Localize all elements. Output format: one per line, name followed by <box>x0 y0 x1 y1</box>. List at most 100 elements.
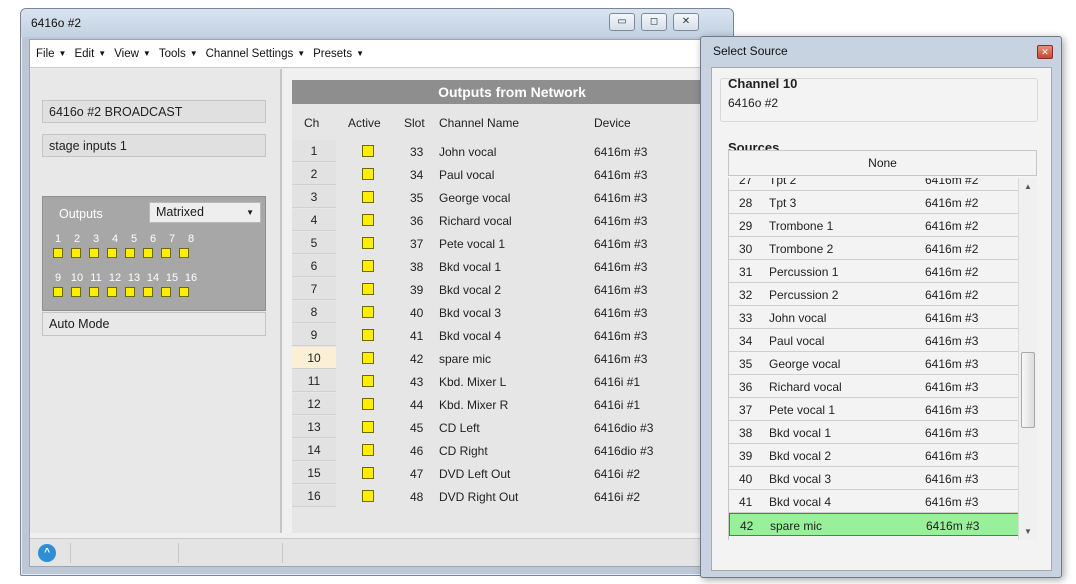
table-row[interactable]: 1143Kbd. Mixer L6416i #1▶ <box>292 370 732 393</box>
menu-channel-settings[interactable]: Channel Settings ▼ <box>206 48 306 60</box>
active-checkbox[interactable] <box>362 490 374 502</box>
output-indicator[interactable] <box>143 248 153 258</box>
source-list-item[interactable]: 39 Bkd vocal 2 6416m #3 <box>729 444 1018 467</box>
channel-name[interactable]: George vocal <box>439 191 510 205</box>
channel-number[interactable]: 10 <box>292 347 336 369</box>
channel-name[interactable]: Kbd. Mixer R <box>439 398 508 412</box>
channel-name[interactable]: Bkd vocal 4 <box>439 329 501 343</box>
channel-name[interactable]: DVD Right Out <box>439 490 518 504</box>
channel-number[interactable]: 11 <box>292 370 336 392</box>
channel-name[interactable]: CD Right <box>439 444 488 458</box>
auto-mode-field[interactable]: Auto Mode <box>42 312 266 336</box>
close-button[interactable]: ✕ <box>673 13 699 31</box>
table-row[interactable]: 537Pete vocal 16416m #3▶ <box>292 232 732 255</box>
channel-name[interactable]: CD Left <box>439 421 480 435</box>
channel-name[interactable]: John vocal <box>439 145 496 159</box>
output-indicator[interactable] <box>143 287 153 297</box>
channel-number[interactable]: 8 <box>292 301 336 323</box>
source-list-item[interactable]: 27 Tpt 2 6416m #2 <box>729 178 1018 191</box>
channel-number[interactable]: 5 <box>292 232 336 254</box>
main-titlebar[interactable]: 6416o #2 ▭ ◻ ✕ <box>21 9 733 37</box>
source-list-item[interactable]: 40 Bkd vocal 3 6416m #3 <box>729 467 1018 490</box>
channel-number[interactable]: 15 <box>292 462 336 484</box>
active-checkbox[interactable] <box>362 306 374 318</box>
menu-presets[interactable]: Presets ▼ <box>313 48 364 60</box>
table-row[interactable]: 941Bkd vocal 46416m #3▶ <box>292 324 732 347</box>
logo-icon[interactable]: ^ <box>38 544 56 562</box>
table-row[interactable]: 1446CD Right6416dio #3▶ <box>292 439 732 462</box>
table-row[interactable]: 133John vocal6416m #3▶ <box>292 140 732 163</box>
channel-name[interactable]: spare mic <box>439 352 491 366</box>
active-checkbox[interactable] <box>362 375 374 387</box>
output-indicator[interactable] <box>161 248 171 258</box>
active-checkbox[interactable] <box>362 145 374 157</box>
output-indicator[interactable] <box>179 248 189 258</box>
table-row[interactable]: 1648DVD Right Out6416i #2▶ <box>292 485 732 508</box>
source-list-item[interactable]: 41 Bkd vocal 4 6416m #3 <box>729 490 1018 513</box>
output-indicator[interactable] <box>71 248 81 258</box>
source-list-item[interactable]: 38 Bkd vocal 1 6416m #3 <box>729 421 1018 444</box>
output-indicator[interactable] <box>89 287 99 297</box>
active-checkbox[interactable] <box>362 421 374 433</box>
channel-number[interactable]: 16 <box>292 485 336 507</box>
table-row[interactable]: 1042spare mic6416m #3▶ <box>292 347 732 370</box>
active-checkbox[interactable] <box>362 467 374 479</box>
scroll-thumb[interactable] <box>1021 352 1035 428</box>
scroll-up-icon[interactable]: ▲ <box>1024 182 1032 191</box>
output-indicator[interactable] <box>107 287 117 297</box>
maximize-button[interactable]: ◻ <box>641 13 667 31</box>
table-row[interactable]: 335George vocal6416m #3▶ <box>292 186 732 209</box>
channel-number[interactable]: 7 <box>292 278 336 300</box>
table-row[interactable]: 638Bkd vocal 16416m #3▶ <box>292 255 732 278</box>
table-row[interactable]: 739Bkd vocal 26416m #3▶ <box>292 278 732 301</box>
channel-number[interactable]: 4 <box>292 209 336 231</box>
channel-number[interactable]: 12 <box>292 393 336 415</box>
broadcast-name-field[interactable]: 6416o #2 BROADCAST <box>42 100 266 123</box>
output-indicator[interactable] <box>107 248 117 258</box>
table-row[interactable]: 1547DVD Left Out6416i #2▶ <box>292 462 732 485</box>
menu-file[interactable]: File ▼ <box>36 48 66 60</box>
channel-number[interactable]: 1 <box>292 140 336 162</box>
channel-name[interactable]: Bkd vocal 2 <box>439 283 501 297</box>
output-indicator[interactable] <box>161 287 171 297</box>
minimize-button[interactable]: ▭ <box>609 13 635 31</box>
source-list-item[interactable]: 30 Trombone 2 6416m #2 <box>729 237 1018 260</box>
channel-number[interactable]: 9 <box>292 324 336 346</box>
active-checkbox[interactable] <box>362 444 374 456</box>
channel-number[interactable]: 3 <box>292 186 336 208</box>
output-indicator[interactable] <box>125 248 135 258</box>
channel-number[interactable]: 6 <box>292 255 336 277</box>
source-list-item[interactable]: 36 Richard vocal 6416m #3 <box>729 375 1018 398</box>
close-icon[interactable]: ✕ <box>1037 45 1053 59</box>
output-indicator[interactable] <box>179 287 189 297</box>
source-none-option[interactable]: None <box>728 150 1037 176</box>
table-row[interactable]: 1345CD Left6416dio #3▶ <box>292 416 732 439</box>
table-row[interactable]: 840Bkd vocal 36416m #3▶ <box>292 301 732 324</box>
table-row[interactable]: 234Paul vocal6416m #3▶ <box>292 163 732 186</box>
active-checkbox[interactable] <box>362 260 374 272</box>
menu-view[interactable]: View ▼ <box>114 48 151 60</box>
mode-select[interactable]: Matrixed ▼ <box>149 202 261 223</box>
source-list-item[interactable]: 32 Percussion 2 6416m #2 <box>729 283 1018 306</box>
output-indicator[interactable] <box>89 248 99 258</box>
scroll-down-icon[interactable]: ▼ <box>1024 527 1032 536</box>
source-list-item[interactable]: 35 George vocal 6416m #3 <box>729 352 1018 375</box>
active-checkbox[interactable] <box>362 237 374 249</box>
source-list-item[interactable]: 42 spare mic 6416m #3 <box>729 513 1018 536</box>
active-checkbox[interactable] <box>362 329 374 341</box>
channel-name[interactable]: Bkd vocal 3 <box>439 306 501 320</box>
channel-name[interactable]: Pete vocal 1 <box>439 237 505 251</box>
channel-name[interactable]: Richard vocal <box>439 214 512 228</box>
source-list-item[interactable]: 37 Pete vocal 1 6416m #3 <box>729 398 1018 421</box>
source-list-item[interactable]: 33 John vocal 6416m #3 <box>729 306 1018 329</box>
source-list-item[interactable]: 28 Tpt 3 6416m #2 <box>729 191 1018 214</box>
input-name-field[interactable]: stage inputs 1 <box>42 134 266 157</box>
table-row[interactable]: 1244Kbd. Mixer R6416i #1▶ <box>292 393 732 416</box>
active-checkbox[interactable] <box>362 352 374 364</box>
active-checkbox[interactable] <box>362 168 374 180</box>
sources-scrollbar[interactable]: ▲ ▼ <box>1018 178 1037 540</box>
channel-number[interactable]: 13 <box>292 416 336 438</box>
source-list-item[interactable]: 34 Paul vocal 6416m #3 <box>729 329 1018 352</box>
menu-tools[interactable]: Tools ▼ <box>159 48 198 60</box>
channel-name[interactable]: DVD Left Out <box>439 467 510 481</box>
